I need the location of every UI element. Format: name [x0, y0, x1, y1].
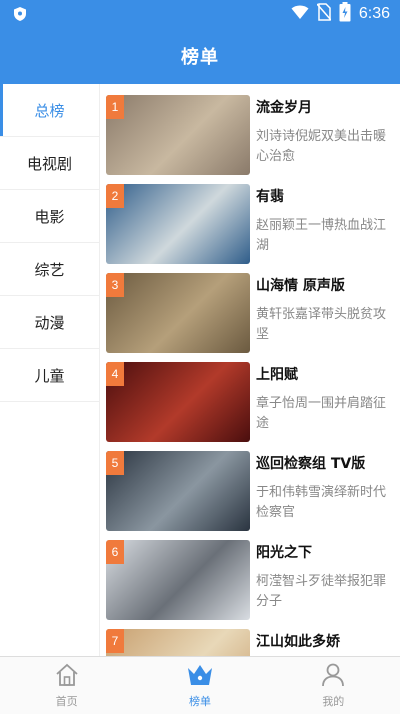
bottom-tab-bar: 首页 榜单 我的: [0, 656, 400, 714]
tab-ranking[interactable]: 榜单: [133, 657, 266, 714]
poster-thumbnail[interactable]: 3: [106, 273, 250, 353]
item-title[interactable]: 有翡: [256, 186, 396, 206]
category-sidebar: 总榜 电视剧 电影 综艺 动漫 儿童: [0, 84, 100, 656]
sidebar-item-variety[interactable]: 综艺: [0, 243, 99, 296]
list-item[interactable]: 6 阳光之下 柯滢智斗歹徒举报犯罪分子: [106, 540, 396, 620]
sidebar-item-label: 儿童: [34, 366, 65, 385]
status-bar: 6:36: [0, 0, 400, 28]
rank-badge: 2: [106, 184, 124, 208]
rank-badge: 6: [106, 540, 124, 564]
poster-thumbnail[interactable]: 1: [106, 95, 250, 175]
tab-home[interactable]: 首页: [0, 657, 133, 714]
poster-thumbnail[interactable]: 7: [106, 629, 250, 656]
shield-icon: [12, 6, 28, 22]
list-item[interactable]: 1 流金岁月 刘诗诗倪妮双美出击暖心治愈: [106, 95, 396, 175]
item-title[interactable]: 山海情 原声版: [256, 275, 396, 295]
rank-badge: 4: [106, 362, 124, 386]
home-icon: [54, 662, 80, 691]
wifi-icon: [291, 4, 309, 24]
ranking-list: 1 流金岁月 刘诗诗倪妮双美出击暖心治愈 2 有翡 赵丽颖王一博热血战江湖 3 …: [100, 84, 400, 656]
status-time: 6:36: [358, 5, 390, 22]
poster-thumbnail[interactable]: 2: [106, 184, 250, 264]
item-description: 刘诗诗倪妮双美出击暖心治愈: [256, 129, 387, 164]
item-description: 章子怡周一围并肩踏征途: [256, 396, 387, 431]
battery-icon: [339, 2, 351, 26]
item-title[interactable]: 流金岁月: [256, 97, 396, 117]
sidebar-item-overall[interactable]: 总榜: [0, 84, 99, 137]
rank-badge: 1: [106, 95, 124, 119]
item-title[interactable]: 阳光之下: [256, 542, 396, 562]
sidebar-item-anime[interactable]: 动漫: [0, 296, 99, 349]
item-description: 柯滢智斗歹徒举报犯罪分子: [256, 574, 387, 609]
crown-icon: [186, 662, 214, 691]
item-description: 于和伟韩雪演绎新时代检察官: [256, 485, 387, 520]
list-item[interactable]: 3 山海情 原声版 黄轩张嘉译带头脱贫攻坚: [106, 273, 396, 353]
rank-badge: 7: [106, 629, 124, 653]
list-item[interactable]: 2 有翡 赵丽颖王一博热血战江湖: [106, 184, 396, 264]
sidebar-item-label: 动漫: [34, 313, 65, 332]
poster-thumbnail[interactable]: 5: [106, 451, 250, 531]
header: 榜单: [0, 28, 400, 84]
tab-label: 首页: [55, 695, 78, 708]
sidebar-item-label: 综艺: [34, 260, 65, 279]
poster-thumbnail[interactable]: 4: [106, 362, 250, 442]
tab-label: 我的: [322, 695, 345, 708]
item-title[interactable]: 江山如此多娇: [256, 631, 396, 651]
sidebar-item-kids[interactable]: 儿童: [0, 349, 99, 402]
user-icon: [320, 662, 346, 691]
poster-thumbnail[interactable]: 6: [106, 540, 250, 620]
rank-badge: 3: [106, 273, 124, 297]
sidebar-item-tv-series[interactable]: 电视剧: [0, 137, 99, 190]
sidebar-item-movie[interactable]: 电影: [0, 190, 99, 243]
item-title[interactable]: 上阳赋: [256, 364, 396, 384]
item-title[interactable]: 巡回检察组 TV版: [256, 453, 396, 473]
item-description: 赵丽颖王一博热血战江湖: [256, 218, 387, 253]
sidebar-item-label: 电影: [34, 207, 65, 226]
tab-label: 榜单: [188, 695, 211, 708]
sidebar-item-label: 电视剧: [26, 154, 72, 173]
sidebar-item-label: 总榜: [34, 101, 65, 120]
rank-badge: 5: [106, 451, 124, 475]
list-item[interactable]: 5 巡回检察组 TV版 于和伟韩雪演绎新时代检察官: [106, 451, 396, 531]
no-sim-icon: [316, 3, 332, 25]
tab-profile[interactable]: 我的: [267, 657, 400, 714]
item-description: 黄轩张嘉译带头脱贫攻坚: [256, 307, 387, 342]
list-item[interactable]: 7 江山如此多娇: [106, 629, 396, 656]
list-item[interactable]: 4 上阳赋 章子怡周一围并肩踏征途: [106, 362, 396, 442]
page-title: 榜单: [181, 47, 219, 68]
